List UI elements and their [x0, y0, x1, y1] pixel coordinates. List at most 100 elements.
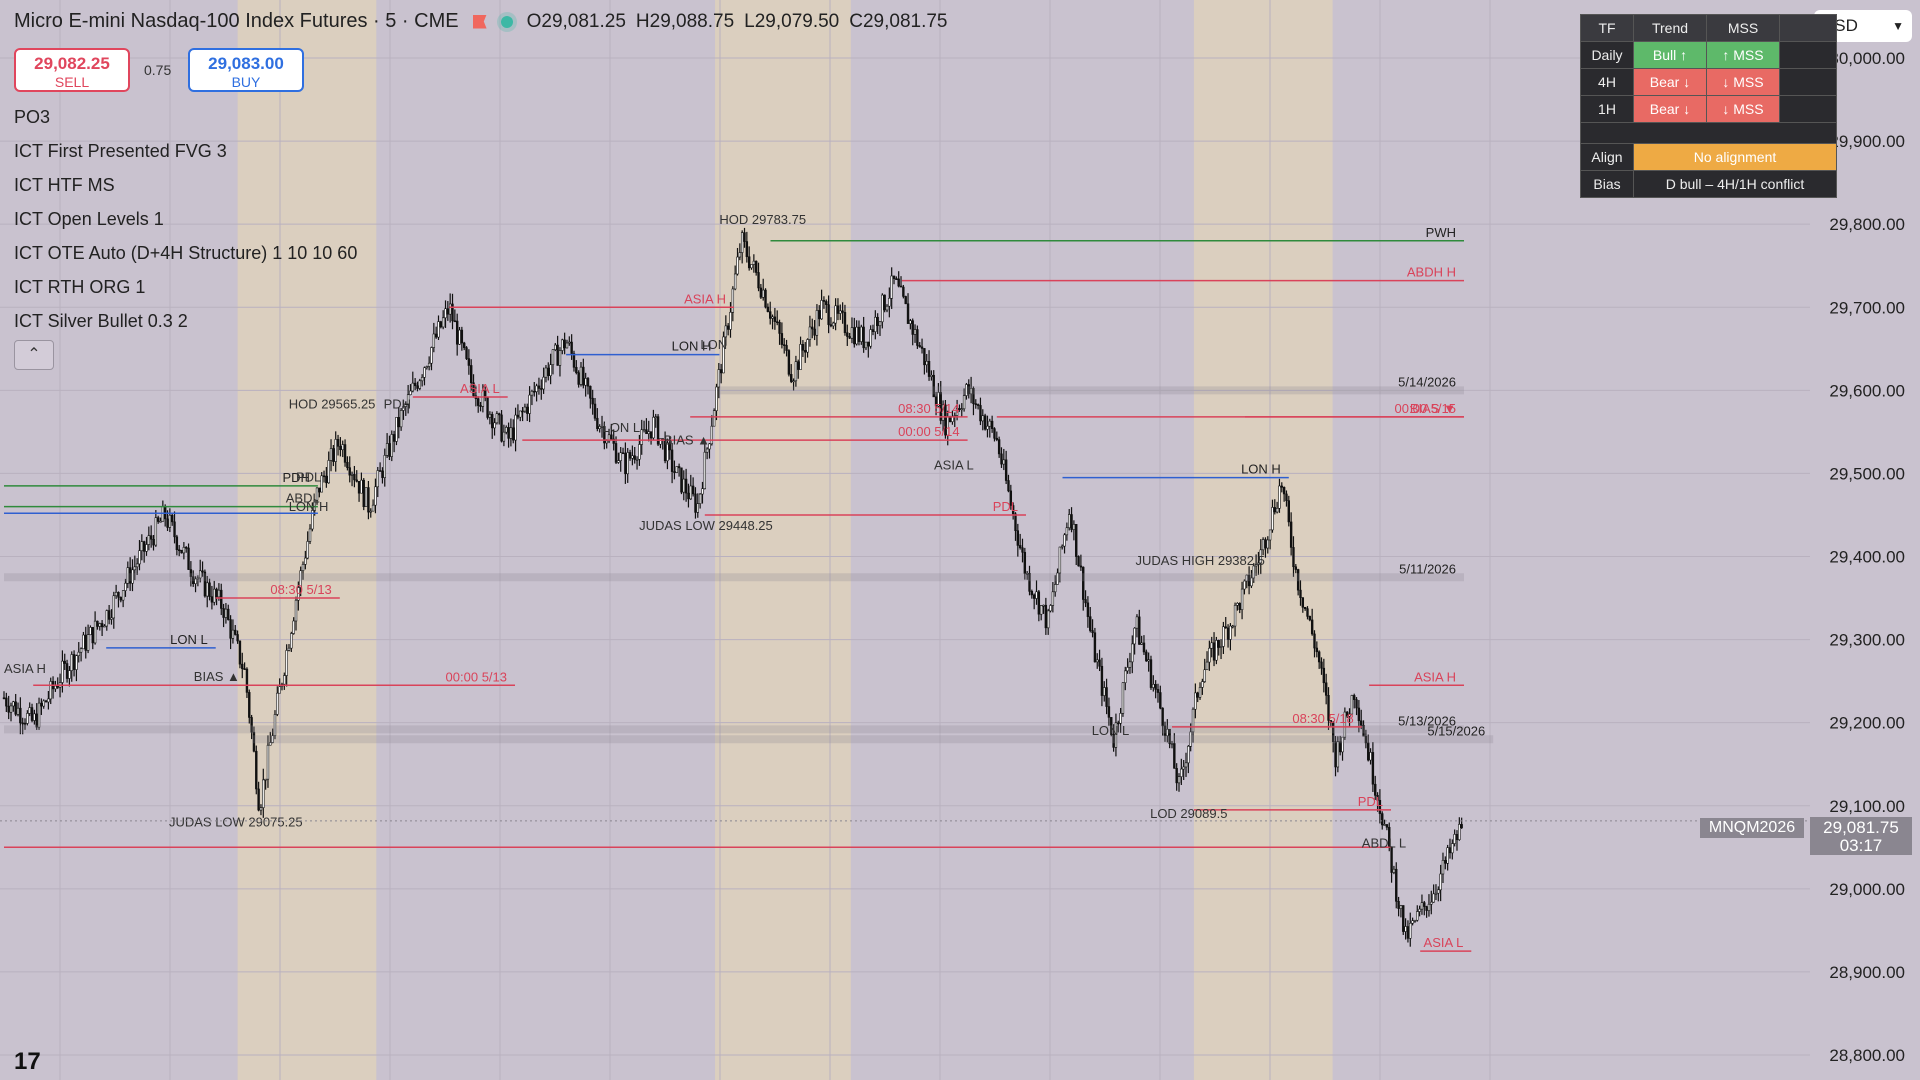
candle-body [1353, 695, 1356, 700]
indicator-rth-org[interactable]: ICT RTH ORG 1 [14, 274, 357, 308]
candle-body [346, 462, 349, 468]
row-mss: ↓ MSS [1706, 95, 1780, 123]
indicator-silver-bullet[interactable]: ICT Silver Bullet 0.3 2 [14, 308, 357, 342]
bias-label: Bias [1580, 170, 1634, 198]
candle-body [222, 608, 225, 618]
indicator-htf-ms[interactable]: ICT HTF MS [14, 172, 357, 206]
candle-body [229, 619, 232, 639]
candle-body [1264, 539, 1267, 549]
sell-button[interactable]: 29,082.25 SELL [14, 48, 130, 92]
row-mss: ↓ MSS [1706, 68, 1780, 96]
candle-body [1308, 616, 1312, 621]
candle-body [804, 349, 807, 353]
candle-body [1103, 687, 1106, 696]
candle-body [647, 431, 650, 435]
candle-body [731, 288, 735, 313]
candle-body [89, 627, 92, 636]
candle-body [322, 475, 326, 478]
candle-body [670, 449, 674, 472]
candle-body [390, 434, 393, 457]
collapse-indicators-button[interactable]: ⌃ [14, 340, 54, 370]
candle-body [173, 521, 176, 538]
candle-body [1219, 646, 1223, 648]
candle-body [1231, 625, 1234, 628]
candle-body [652, 416, 655, 439]
candle-body [874, 316, 877, 332]
buy-price: 29,083.00 [208, 54, 284, 73]
candle-body [687, 492, 690, 500]
candle-body [119, 596, 123, 601]
candle-body [911, 320, 914, 335]
candle-body [680, 467, 683, 493]
candle-body [147, 535, 151, 545]
chart-annotation: JUDAS HIGH 29382.5 [1136, 553, 1265, 568]
candle-body [1187, 746, 1190, 764]
chart-annotation: PDH [384, 397, 411, 412]
candle-body [1070, 514, 1073, 530]
candle-body [785, 345, 788, 351]
candle-body [523, 406, 527, 412]
candle-body [596, 417, 599, 429]
candle-body [460, 329, 464, 344]
candle-body [640, 429, 643, 445]
candle-body [420, 377, 424, 382]
level-label: PDL [1358, 794, 1383, 809]
candle-body [98, 623, 101, 627]
candle-body [521, 410, 524, 413]
candle-body [1152, 684, 1155, 688]
candle-body [1147, 659, 1150, 662]
candle-body [584, 378, 587, 386]
candle-body [1208, 647, 1211, 663]
candle-body [512, 427, 515, 441]
candle-body [334, 439, 337, 462]
indicator-po3[interactable]: PO3 [14, 104, 357, 138]
header-trend: Trend [1633, 14, 1707, 42]
header-empty [1779, 14, 1837, 42]
candle-body [1049, 605, 1052, 612]
candle-body [63, 660, 66, 664]
candle-body [411, 382, 414, 392]
candle-body [1458, 824, 1461, 841]
candle-body [1275, 508, 1279, 513]
candle-body [448, 303, 452, 315]
indicator-ote-auto[interactable]: ICT OTE Auto (D+4H Structure) 1 10 10 60 [14, 240, 357, 274]
indicator-list: PO3 ICT First Presented FVG 3 ICT HTF MS… [14, 104, 357, 342]
candle-body [1367, 742, 1370, 761]
candle-body [1131, 643, 1134, 663]
candle-body [1453, 834, 1456, 844]
chevron-up-icon: ⌃ [27, 346, 41, 363]
candle-body [862, 326, 865, 349]
candle-body [558, 350, 562, 366]
candle-body [1404, 926, 1407, 932]
candle-body [1292, 547, 1295, 568]
row-tf: 1H [1580, 95, 1634, 123]
candle-body [1243, 580, 1246, 590]
candle-body [1439, 873, 1442, 891]
spread-value: 0.75 [144, 62, 172, 78]
candle-body [621, 452, 625, 455]
row-tf: Daily [1580, 41, 1634, 69]
indicator-open-levels[interactable]: ICT Open Levels 1 [14, 206, 357, 240]
symbol-title[interactable]: Micro E-mini Nasdaq-100 Index Futures · … [14, 10, 459, 33]
chart-annotation: BIAS ▲ [194, 669, 240, 684]
candle-body [231, 629, 235, 639]
candle-body [248, 692, 251, 718]
indicator-fvg[interactable]: ICT First Presented FVG 3 [14, 138, 357, 172]
flag-icon[interactable] [472, 14, 487, 29]
candle-body [409, 390, 412, 396]
candle-body [827, 304, 830, 325]
buy-button[interactable]: 29,083.00 BUY [188, 48, 304, 92]
candle-body [495, 413, 499, 424]
candle-body [1058, 546, 1062, 574]
candle-body [154, 517, 158, 546]
candle-body [329, 448, 333, 461]
tradingview-logo[interactable]: 17 [14, 1048, 41, 1076]
candle-body [397, 417, 400, 428]
level-label: LON L [170, 632, 208, 647]
level-label: ASIA L [460, 381, 500, 396]
chart-annotation: LOD 29089.5 [1150, 806, 1227, 821]
candle-body [876, 316, 879, 327]
y-tick-label: 29,500.00 [1829, 464, 1905, 483]
candle-body [1413, 919, 1417, 922]
candle-body [1416, 911, 1419, 921]
